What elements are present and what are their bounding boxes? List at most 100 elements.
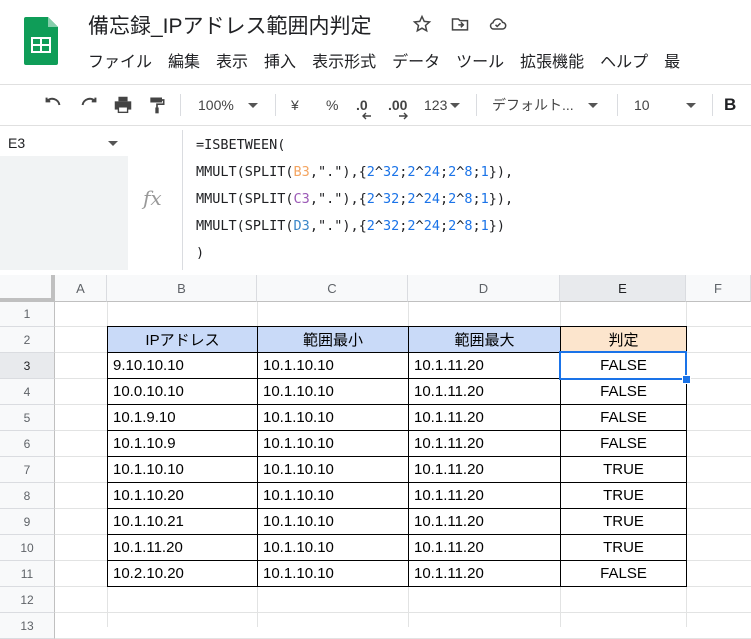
name-box[interactable]: E3	[0, 130, 128, 156]
cell-b4[interactable]: 10.0.10.10	[107, 378, 258, 405]
column-header-b[interactable]: B	[107, 275, 257, 302]
paint-format-icon[interactable]	[147, 85, 167, 125]
cell-c7[interactable]: 10.1.10.10	[257, 456, 409, 483]
chevron-down-icon	[450, 102, 461, 108]
column-header-f[interactable]: F	[686, 275, 751, 302]
cell-b6[interactable]: 10.1.10.9	[107, 430, 258, 457]
sheet-grid: A B C D E F 1 2 3 4 5 6 7 8 9 10 11 12 13 IPアドレス 範囲最小 範囲最大 判定 9…	[0, 275, 751, 639]
cell-e8[interactable]: TRUE	[560, 482, 687, 509]
chevron-down-icon	[108, 140, 118, 146]
row-header-10[interactable]: 10	[0, 535, 55, 561]
row-header-8[interactable]: 8	[0, 483, 55, 509]
chevron-down-icon	[587, 102, 598, 108]
table-header-d[interactable]: 範囲最大	[408, 326, 561, 353]
zoom-select[interactable]: 100%	[198, 85, 258, 125]
redo-icon[interactable]	[78, 85, 100, 125]
cell-d10[interactable]: 10.1.11.20	[408, 534, 561, 561]
row-header-5[interactable]: 5	[0, 405, 55, 431]
cell-e11[interactable]: FALSE	[560, 560, 687, 587]
menu-data[interactable]: データ	[392, 48, 440, 72]
font-size-select[interactable]: 10	[634, 85, 696, 125]
row-header-12[interactable]: 12	[0, 587, 55, 613]
cell-d4[interactable]: 10.1.11.20	[408, 378, 561, 405]
cell-e5[interactable]: FALSE	[560, 404, 687, 431]
print-icon[interactable]	[112, 85, 134, 125]
row-header-11[interactable]: 11	[0, 561, 55, 587]
table-header-e[interactable]: 判定	[560, 326, 687, 353]
cell-c9[interactable]: 10.1.10.10	[257, 508, 409, 535]
menu-insert[interactable]: 挿入	[264, 48, 296, 72]
move-folder-icon[interactable]	[448, 12, 472, 36]
column-header-e[interactable]: E	[560, 275, 686, 302]
star-icon[interactable]	[410, 12, 434, 36]
cell-d6[interactable]: 10.1.11.20	[408, 430, 561, 457]
column-header-d[interactable]: D	[408, 275, 560, 302]
formula-bar[interactable]: =ISBETWEEN( MMULT(SPLIT(B3,"."),{2^32;2^…	[196, 132, 513, 267]
decrease-decimal-button[interactable]: .0	[356, 85, 371, 125]
bold-button[interactable]: B	[724, 85, 736, 125]
row-header-1[interactable]: 1	[0, 302, 55, 327]
cell-b3[interactable]: 9.10.10.10	[107, 352, 258, 379]
cell-d8[interactable]: 10.1.11.20	[408, 482, 561, 509]
font-family-select[interactable]: デフォルト...	[492, 85, 598, 125]
menu-extensions[interactable]: 拡張機能	[520, 48, 584, 72]
row-header-3[interactable]: 3	[0, 353, 55, 379]
arrow-left-icon	[362, 112, 371, 120]
cell-d11[interactable]: 10.1.11.20	[408, 560, 561, 587]
cell-c5[interactable]: 10.1.10.10	[257, 404, 409, 431]
table-header-c[interactable]: 範囲最小	[257, 326, 409, 353]
fill-handle[interactable]	[682, 375, 691, 384]
menu-edit[interactable]: 編集	[168, 48, 200, 72]
cell-d7[interactable]: 10.1.11.20	[408, 456, 561, 483]
row-header-13[interactable]: 13	[0, 613, 55, 639]
cell-d9[interactable]: 10.1.11.20	[408, 508, 561, 535]
cell-e10[interactable]: TRUE	[560, 534, 687, 561]
cell-d3[interactable]: 10.1.11.20	[408, 352, 561, 379]
menu-last-edit[interactable]: 最	[664, 48, 680, 72]
row-header-2[interactable]: 2	[0, 327, 55, 353]
select-all-corner[interactable]	[0, 275, 55, 302]
cell-c6[interactable]: 10.1.10.10	[257, 430, 409, 457]
cell-c3[interactable]: 10.1.10.10	[257, 352, 409, 379]
cloud-status-icon[interactable]	[486, 12, 510, 36]
row-header-7[interactable]: 7	[0, 457, 55, 483]
table-header-b[interactable]: IPアドレス	[107, 326, 258, 353]
currency-format-button[interactable]: ¥	[291, 85, 299, 125]
menu-view[interactable]: 表示	[216, 48, 248, 72]
cell-c4[interactable]: 10.1.10.10	[257, 378, 409, 405]
cell-c8[interactable]: 10.1.10.10	[257, 482, 409, 509]
menu-file[interactable]: ファイル	[88, 48, 152, 72]
cell-e4[interactable]: FALSE	[560, 378, 687, 405]
column-header-a[interactable]: A	[55, 275, 107, 302]
cell-b11[interactable]: 10.2.10.20	[107, 560, 258, 587]
cell-e6[interactable]: FALSE	[560, 430, 687, 457]
cell-e3[interactable]: FALSE	[560, 352, 687, 379]
font-size-value: 10	[634, 97, 650, 113]
cell-b9[interactable]: 10.1.10.21	[107, 508, 258, 535]
menu-format[interactable]: 表示形式	[312, 48, 376, 72]
cell-e7[interactable]: TRUE	[560, 456, 687, 483]
toolbar: 100% ¥ % .0 .00 123 デフォルト... 10 B	[0, 84, 751, 126]
cell-c10[interactable]: 10.1.10.10	[257, 534, 409, 561]
cell-e9[interactable]: TRUE	[560, 508, 687, 535]
cell-b8[interactable]: 10.1.10.20	[107, 482, 258, 509]
row-header-9[interactable]: 9	[0, 509, 55, 535]
cell-b5[interactable]: 10.1.9.10	[107, 404, 258, 431]
cell-b7[interactable]: 10.1.10.10	[107, 456, 258, 483]
undo-icon[interactable]	[42, 85, 64, 125]
sheets-logo-icon[interactable]	[22, 15, 62, 67]
name-box-value: E3	[8, 135, 26, 151]
menu-tools[interactable]: ツール	[456, 48, 504, 72]
increase-decimal-button[interactable]: .00	[388, 85, 408, 125]
percent-format-button[interactable]: %	[326, 85, 338, 125]
document-title[interactable]: 備忘録_IPアドレス範囲内判定	[88, 10, 372, 40]
cell-d5[interactable]: 10.1.11.20	[408, 404, 561, 431]
menu-help[interactable]: ヘルプ	[600, 48, 648, 72]
more-formats-button[interactable]: 123	[424, 85, 461, 125]
column-header-c[interactable]: C	[257, 275, 408, 302]
arrow-right-icon	[399, 112, 408, 120]
row-header-4[interactable]: 4	[0, 379, 55, 405]
cell-c11[interactable]: 10.1.10.10	[257, 560, 409, 587]
cell-b10[interactable]: 10.1.11.20	[107, 534, 258, 561]
row-header-6[interactable]: 6	[0, 431, 55, 457]
